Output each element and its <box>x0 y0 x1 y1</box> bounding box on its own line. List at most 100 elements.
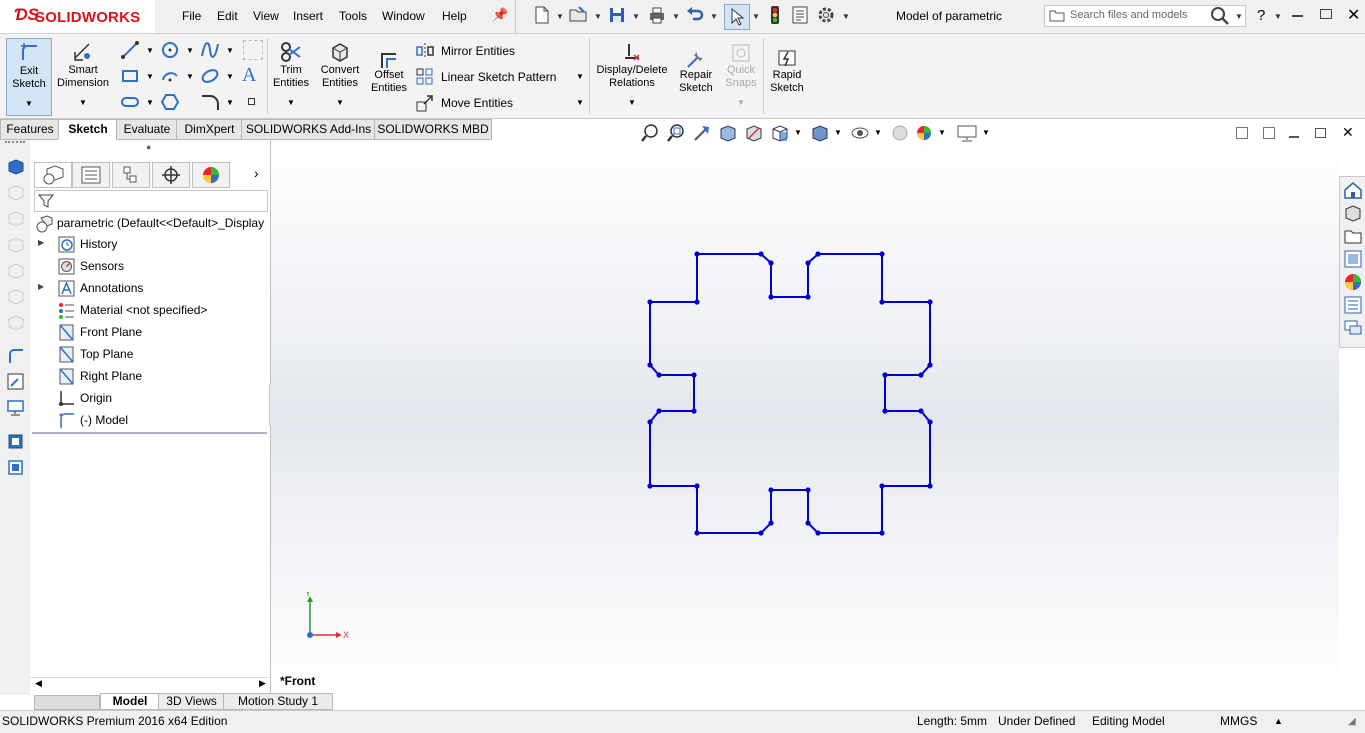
dimxpertmanager-tab-icon[interactable] <box>152 162 190 188</box>
zoom-to-fit-icon[interactable] <box>640 123 660 143</box>
sketch-contour[interactable] <box>649 253 931 534</box>
save-icon[interactable] <box>607 5 629 27</box>
tree-item-material[interactable]: Material <not specified> <box>0 300 270 322</box>
tab-model[interactable]: Model <box>100 693 160 710</box>
tab-evaluate[interactable]: Evaluate <box>116 119 178 140</box>
sketch-point[interactable] <box>656 372 662 378</box>
chevron-down-icon[interactable]: ▼ <box>632 12 640 21</box>
section-view-icon[interactable] <box>718 123 738 143</box>
menu-tools[interactable]: Tools <box>339 9 367 23</box>
displaymanager-tab-icon[interactable] <box>192 162 230 188</box>
chevron-down-icon[interactable]: ▼ <box>1235 12 1243 21</box>
sketch-point[interactable] <box>647 362 653 368</box>
search-input[interactable]: Search files and models <box>1070 9 1187 21</box>
sketch-point[interactable] <box>647 483 653 489</box>
sketch-point[interactable] <box>694 483 700 489</box>
polygon-icon[interactable] <box>160 92 180 112</box>
exit-sketch-button[interactable]: Exit Sketch ▼ <box>6 38 52 116</box>
sketch-point[interactable] <box>918 408 924 414</box>
chevron-down-icon[interactable]: ▼ <box>287 98 295 107</box>
design-library-icon[interactable] <box>1343 203 1363 223</box>
scroll-left-icon[interactable]: ◀ <box>35 678 42 689</box>
chevron-down-icon[interactable]: ▼ <box>938 128 946 137</box>
tree-item-model-sketch[interactable]: (-) Model <box>0 410 270 432</box>
chevron-down-icon[interactable]: ▼ <box>1274 12 1282 21</box>
chevron-down-icon[interactable]: ▼ <box>737 98 745 107</box>
mirror-entities-button[interactable]: Mirror Entities <box>416 42 586 60</box>
sketch-point[interactable] <box>691 408 697 414</box>
rapid-sketch-button[interactable]: Rapid Sketch <box>766 38 808 114</box>
tab-motion-study-1[interactable]: Motion Study 1 <box>223 693 333 710</box>
sketch-point[interactable] <box>815 251 821 257</box>
chevron-down-icon[interactable]: ▼ <box>842 12 850 21</box>
undo-icon[interactable] <box>685 5 707 27</box>
menu-view[interactable]: View <box>253 9 279 23</box>
tree-root-part[interactable]: parametric (Default<<Default>_Display <box>30 212 270 234</box>
solidworks-resources-home-icon[interactable] <box>1343 180 1363 200</box>
sketch-point[interactable] <box>805 487 811 493</box>
help-icon[interactable]: ? <box>1257 7 1265 24</box>
fillet-icon[interactable] <box>200 92 220 112</box>
sketch-point[interactable] <box>758 530 764 536</box>
chevron-up-icon[interactable]: ▲ <box>1274 716 1283 726</box>
chevron-down-icon[interactable]: ▼ <box>834 128 842 137</box>
cube-icon[interactable] <box>6 157 25 176</box>
rebuild-traffic-light-icon[interactable] <box>765 5 787 27</box>
sketch-point[interactable] <box>694 299 700 305</box>
expand-arrow-icon[interactable]: ▶ <box>38 238 44 247</box>
line-icon[interactable] <box>120 40 140 60</box>
chevron-down-icon[interactable]: ▼ <box>982 128 990 137</box>
sketch-point[interactable] <box>647 419 653 425</box>
minimize-icon[interactable] <box>1292 15 1303 17</box>
chevron-down-icon[interactable]: ▼ <box>226 72 234 81</box>
viewport-tile-left-icon[interactable] <box>1236 127 1248 139</box>
linear-sketch-pattern-button[interactable]: Linear Sketch Pattern ▼ <box>416 68 586 86</box>
sketch-point[interactable] <box>768 294 774 300</box>
search-icon[interactable] <box>1210 6 1230 26</box>
pin-icon[interactable]: 📌 <box>492 7 508 23</box>
sketch-point[interactable] <box>694 251 700 257</box>
tree-item-front-plane[interactable]: Front Plane <box>0 322 270 344</box>
chevron-down-icon[interactable]: ▼ <box>752 12 760 21</box>
appearances-scenes-icon[interactable] <box>1343 272 1363 292</box>
chevron-down-icon[interactable]: ▼ <box>186 46 194 55</box>
file-properties-icon[interactable] <box>790 5 812 27</box>
restore-icon[interactable] <box>1320 9 1332 19</box>
options-gear-icon[interactable] <box>816 5 838 27</box>
sketch-point[interactable] <box>805 520 811 526</box>
chevron-down-icon[interactable]: ▼ <box>186 72 194 81</box>
text-icon[interactable]: A <box>242 64 262 86</box>
sketch-point[interactable] <box>768 520 774 526</box>
sketch-point[interactable] <box>656 408 662 414</box>
sketch-point[interactable] <box>882 408 888 414</box>
chevron-down-icon[interactable]: ▼ <box>628 98 636 107</box>
offset-entities-button[interactable]: Offset Entities <box>368 38 410 114</box>
chevron-right-icon[interactable]: › <box>254 165 259 181</box>
sketch-point[interactable] <box>879 483 885 489</box>
select-cursor-icon[interactable] <box>724 4 750 30</box>
featuremanager-tab-icon[interactable] <box>34 162 72 188</box>
unit-system-selector[interactable]: MMGS <box>1220 714 1257 728</box>
slot-icon[interactable] <box>120 92 140 112</box>
panel-grip-icon[interactable]: ● <box>146 142 151 152</box>
point-icon[interactable] <box>248 98 255 105</box>
grip-handle[interactable] <box>5 141 25 145</box>
rollback-bar[interactable] <box>32 432 267 434</box>
sketch-point[interactable] <box>882 372 888 378</box>
sketch-point[interactable] <box>805 260 811 266</box>
previous-view-icon[interactable] <box>692 123 712 143</box>
tree-item-history[interactable]: ▶ History <box>0 234 270 256</box>
convert-entities-button[interactable]: Convert Entities ▼ <box>316 38 364 114</box>
menu-file[interactable]: File <box>182 9 201 23</box>
chevron-down-icon[interactable]: ▼ <box>576 72 584 81</box>
zoom-to-area-icon[interactable] <box>666 123 686 143</box>
apply-scene-icon[interactable] <box>914 123 934 143</box>
tab-dimxpert[interactable]: DimXpert <box>176 119 243 140</box>
viewport-restore-icon[interactable] <box>1315 128 1326 138</box>
tree-item-right-plane[interactable]: Right Plane <box>0 366 270 388</box>
sketch-profile[interactable] <box>647 251 933 536</box>
sketch-point[interactable] <box>918 372 924 378</box>
chevron-down-icon[interactable]: ▼ <box>226 46 234 55</box>
close-icon[interactable]: ✕ <box>1347 5 1360 25</box>
chevron-down-icon[interactable]: ▼ <box>594 12 602 21</box>
